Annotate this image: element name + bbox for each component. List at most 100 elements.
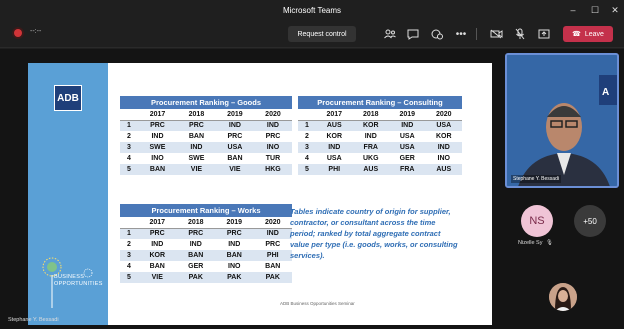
rank-cell: 3 — [120, 250, 138, 261]
country-cell: PRC — [265, 241, 281, 248]
consulting-table-title: Procurement Ranking – Consulting — [298, 96, 462, 109]
shared-slide: ADB BUSINESS OPPORTUNITIES Procurement R… — [28, 63, 492, 325]
country-cell: USA — [425, 120, 462, 131]
rank-cell: 2 — [305, 133, 309, 140]
table-row: 1 AUS KOR IND USA — [298, 120, 462, 131]
request-control-button[interactable]: Request control — [288, 26, 356, 42]
country-cell: KOR — [435, 133, 452, 140]
rank-header-cell — [120, 217, 138, 229]
country-cell: INO — [253, 142, 292, 153]
year-header: 2019 — [215, 109, 254, 121]
country-cell: IND — [364, 133, 377, 140]
year-header: 2017 — [316, 109, 353, 121]
year-header: 2019 — [389, 109, 426, 121]
country-cell: IND — [253, 228, 292, 239]
year-header: 2018 — [176, 109, 216, 121]
brand-line-1: BUSINESS — [54, 274, 85, 280]
country-cell: BAN — [227, 155, 243, 162]
rank-cell: 2 — [127, 241, 131, 248]
country-cell: USA — [399, 133, 415, 140]
year-header: 2019 — [215, 217, 254, 229]
rank-cell: 3 — [120, 142, 138, 153]
rank-cell: 1 — [120, 228, 138, 239]
svg-text:A: A — [602, 87, 609, 98]
country-cell: BAN — [215, 250, 254, 261]
country-cell: IND — [253, 120, 292, 131]
country-cell: PRC — [176, 228, 215, 239]
rank-cell: 5 — [120, 164, 138, 175]
speaker-video-tile[interactable]: A Stephane Y. Bessadi — [505, 53, 619, 188]
leave-label: Leave — [584, 30, 604, 38]
country-cell: AUS — [425, 164, 462, 175]
table-row: 3 IND FRA USA IND — [298, 142, 462, 153]
participant-avatar-ns[interactable]: NS — [521, 205, 553, 237]
brand-line-2: OPPORTUNITIES — [54, 281, 103, 287]
table-row: 1 PRC PRC PRC IND — [120, 228, 292, 239]
mic-off-icon[interactable] — [513, 26, 527, 42]
rank-cell: 4 — [305, 155, 309, 162]
leave-button[interactable]: ☎ Leave — [563, 26, 613, 42]
country-cell: PRC — [138, 120, 177, 131]
participant-avatar-photo[interactable] — [549, 283, 577, 311]
country-cell: IND — [189, 241, 202, 248]
country-cell: PAK — [176, 272, 215, 283]
more-participants-button[interactable]: +50 — [574, 205, 606, 237]
maximize-button[interactable]: ☐ — [584, 0, 606, 20]
share-icon[interactable] — [537, 26, 551, 42]
year-header: 2017 — [138, 217, 177, 229]
more-icon[interactable]: ••• — [454, 26, 468, 42]
country-cell: IND — [228, 241, 241, 248]
table-row: 5 BAN VIE VIE HKG — [120, 164, 292, 175]
table-row: 2 KOR IND USA KOR — [298, 131, 462, 142]
country-cell: SWE — [188, 155, 205, 162]
table-row: 3 KOR BAN BAN PHI — [120, 250, 292, 261]
slide-note: Tables indicate country of origin for su… — [290, 207, 458, 260]
reactions-icon[interactable] — [430, 26, 444, 42]
table-row: 5 VIE PAK PAK PAK — [120, 272, 292, 283]
presenter-name-label: Stephane Y. Bessadi — [8, 317, 59, 323]
country-cell: UKG — [362, 155, 379, 162]
year-header: 2020 — [425, 109, 462, 121]
speaker-video-icon: A — [507, 55, 617, 186]
country-cell: PRC — [215, 228, 254, 239]
rank-cell: 3 — [298, 142, 316, 153]
window-title: Microsoft Teams — [282, 5, 342, 15]
country-cell: BAN — [138, 164, 177, 175]
participant-name-ns-label: Nizelle Sy — [518, 240, 543, 246]
country-cell: IND — [151, 241, 164, 248]
rank-cell: 1 — [120, 120, 138, 131]
country-cell: SWE — [138, 142, 177, 153]
country-cell: FRA — [389, 164, 426, 175]
country-cell: IND — [389, 120, 426, 131]
slide-sidebar: ADB BUSINESS OPPORTUNITIES — [28, 63, 108, 325]
adb-logo: ADB — [54, 85, 82, 111]
country-cell: AUS — [316, 120, 353, 131]
year-header: 2018 — [352, 109, 389, 121]
works-table-title: Procurement Ranking – Works — [120, 204, 292, 217]
people-icon[interactable] — [383, 26, 397, 42]
country-cell: PRC — [176, 120, 216, 131]
country-cell: IND — [176, 142, 216, 153]
chat-icon[interactable] — [406, 26, 420, 42]
country-cell: PHI — [253, 250, 292, 261]
table-row: 2 IND IND IND PRC — [120, 239, 292, 250]
country-cell: INO — [151, 155, 164, 162]
speaker-name: Stephane Y. Bessadi — [511, 175, 561, 183]
country-cell: INO — [228, 263, 241, 270]
slide-footer: ADB Business Opportunities Seminar — [280, 301, 355, 306]
year-header: 2017 — [138, 109, 177, 121]
title-bar: Microsoft Teams — [0, 0, 624, 20]
recording-icon — [14, 29, 22, 37]
camera-off-icon[interactable] — [489, 26, 503, 42]
country-cell: USA — [326, 155, 342, 162]
year-header: 2020 — [253, 109, 292, 121]
country-cell: HKG — [253, 164, 292, 175]
country-cell: USA — [215, 142, 254, 153]
rank-cell: 5 — [120, 272, 138, 283]
country-cell: KOR — [138, 250, 177, 261]
table-row: 1 PRC PRC IND IND — [120, 120, 292, 131]
country-cell: BAN — [149, 263, 165, 270]
country-cell: KOR — [326, 133, 343, 140]
close-button[interactable]: ✕ — [604, 0, 624, 20]
minimize-button[interactable]: – — [562, 0, 584, 20]
